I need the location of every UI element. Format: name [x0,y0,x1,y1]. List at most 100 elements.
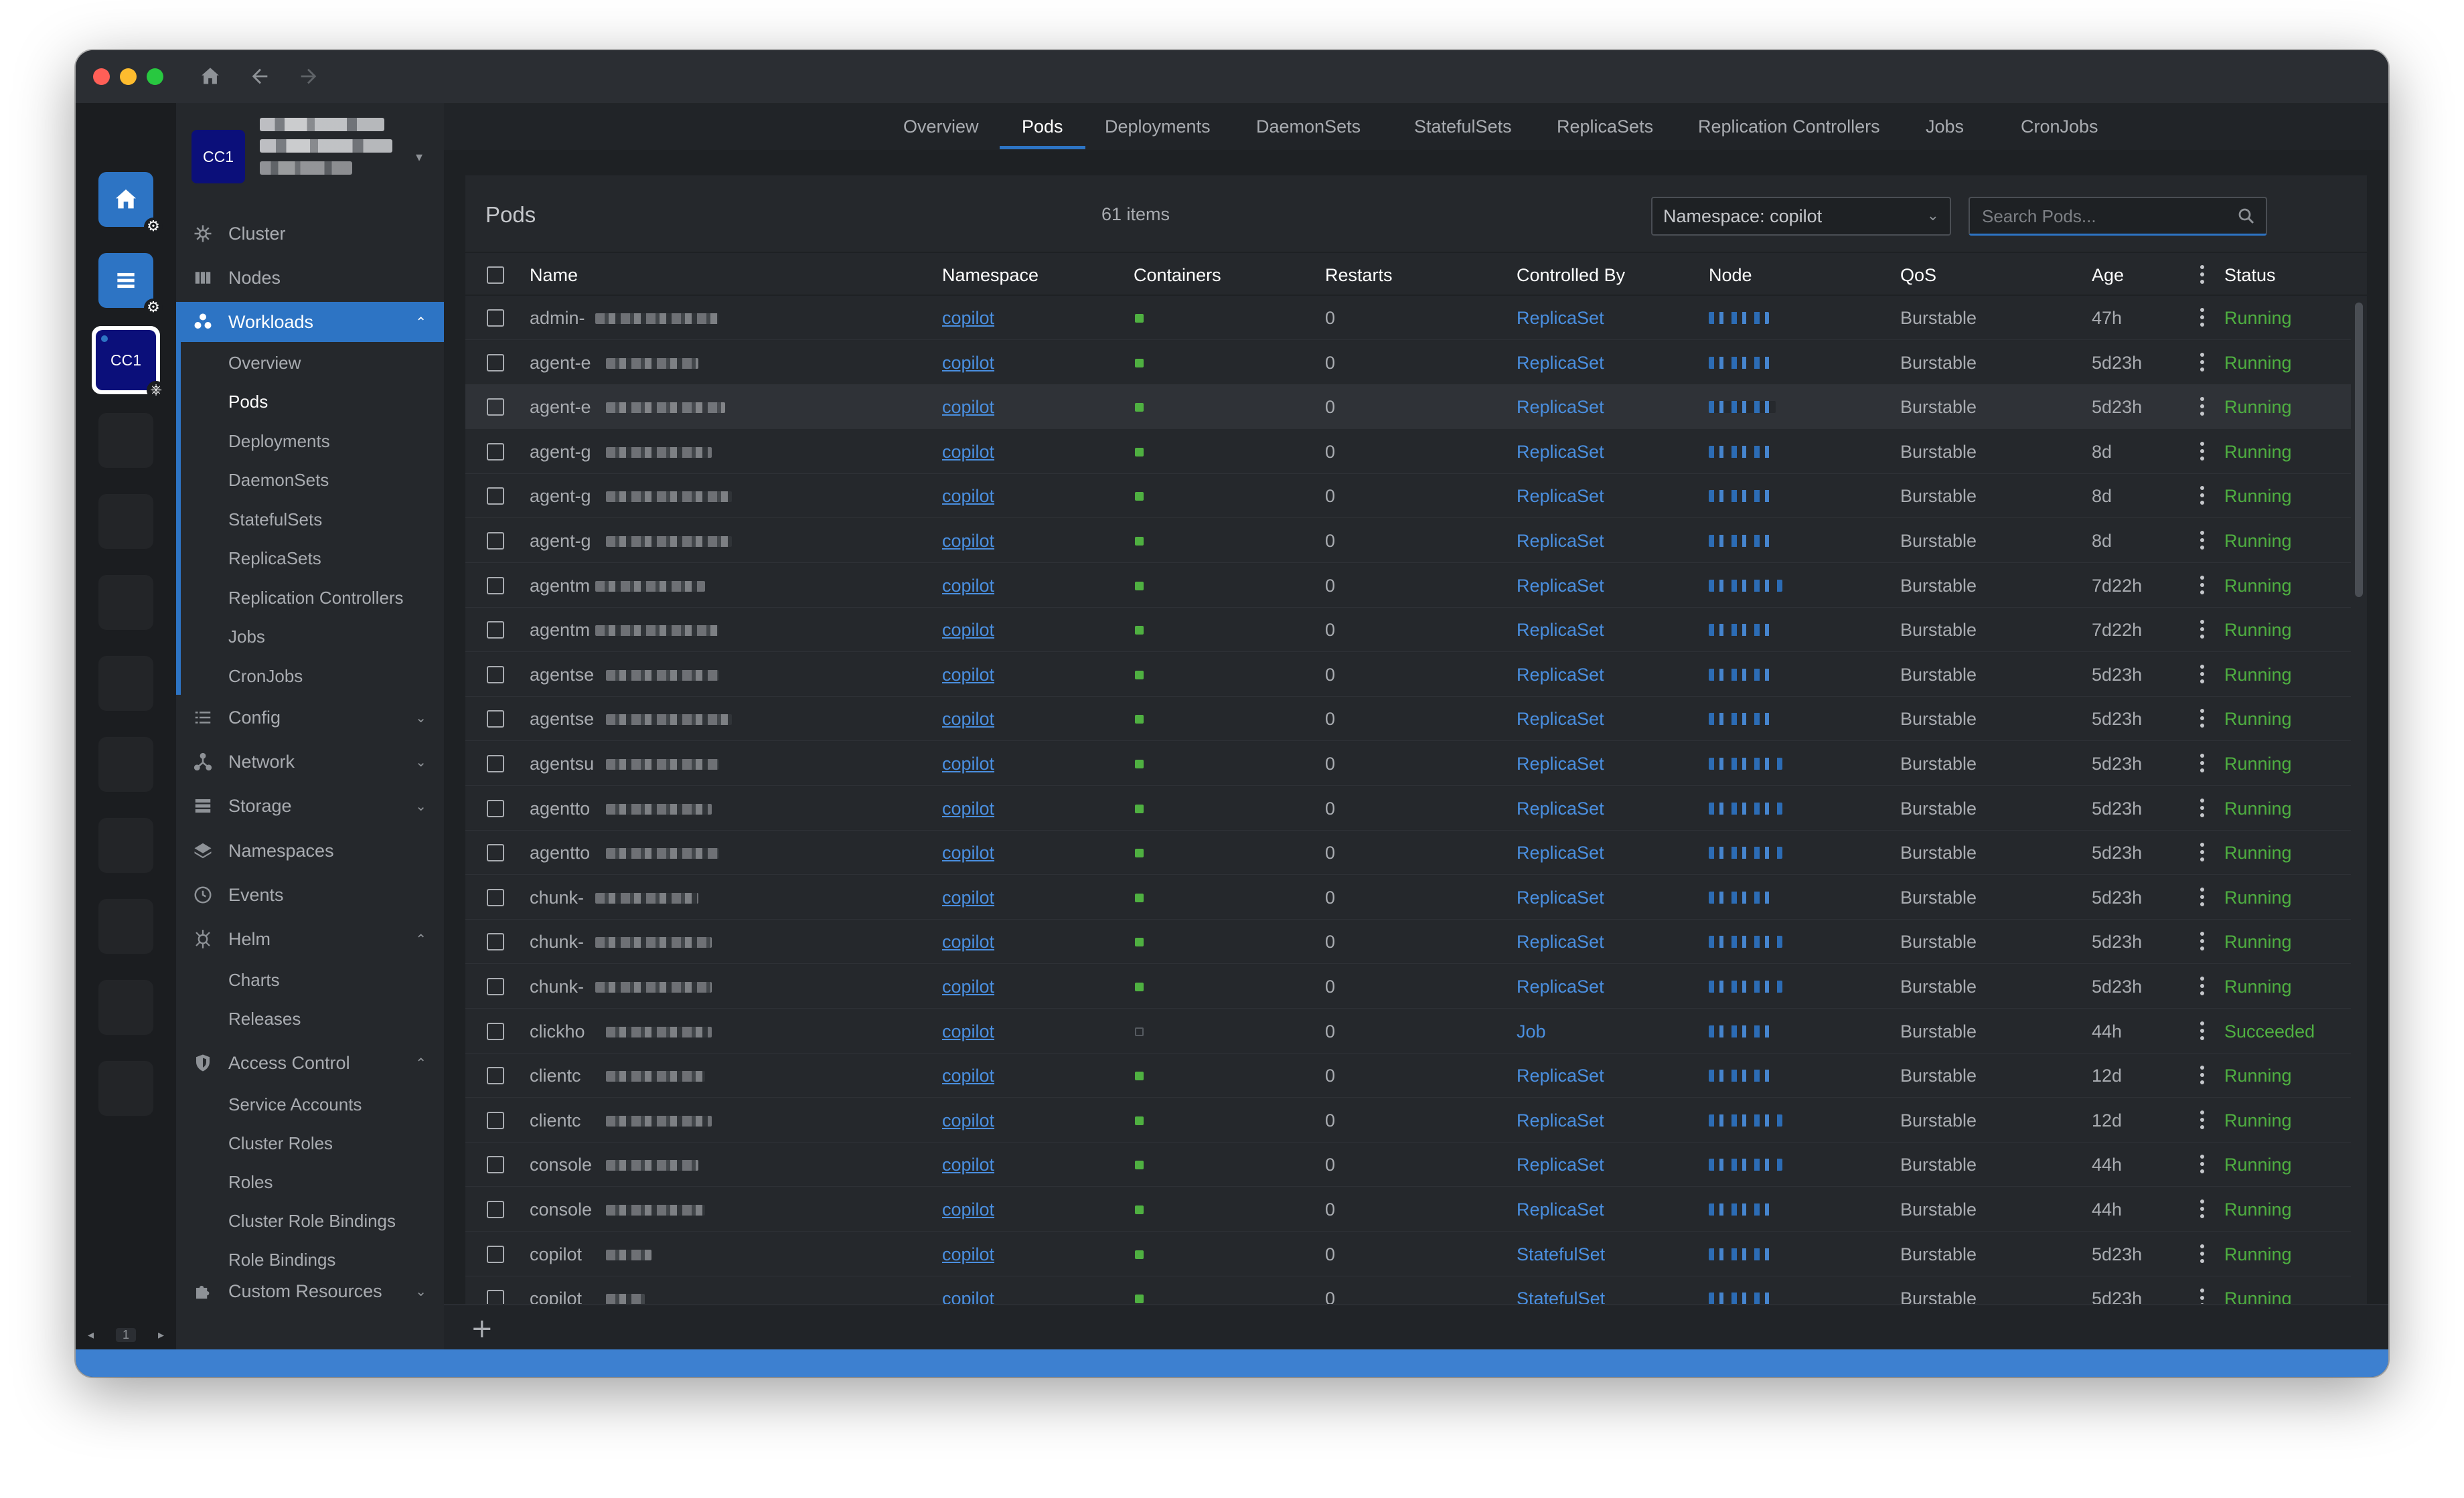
tab-cronjobs[interactable]: CronJobs [2021,103,2098,150]
row-menu-icon[interactable] [2200,486,2204,508]
node-link-redacted[interactable] [1709,936,1782,948]
columns-menu-icon[interactable] [2200,265,2204,287]
namespace-link[interactable]: copilot [942,742,994,786]
table-row[interactable]: agent-g copilot 0 ReplicaSet Burstable 8d Runn… [465,474,2351,519]
row-checkbox[interactable] [487,1156,504,1174]
node-link-redacted[interactable] [1709,1159,1782,1171]
table-row[interactable]: agentse copilot 0 ReplicaSet Burstable 5d23h R… [465,697,2351,742]
controlled-by-link[interactable]: ReplicaSet [1517,697,1604,741]
tab-replicasets[interactable]: ReplicaSets [1557,103,1653,150]
col-namespace-header[interactable]: Namespace [942,253,1038,297]
sidebar-subitem-cluster-roles[interactable]: Cluster Roles [176,1125,444,1162]
namespace-link[interactable]: copilot [942,1143,994,1187]
row-checkbox[interactable] [487,1245,504,1263]
row-menu-icon[interactable] [2200,709,2204,731]
namespace-link[interactable]: copilot [942,430,994,474]
namespace-link[interactable]: copilot [942,519,994,563]
home-icon[interactable] [198,65,222,89]
tab-daemonsets[interactable]: DaemonSets [1256,103,1361,150]
sidebar-item-config[interactable]: Config ⌄ [176,697,444,738]
col-qos-header[interactable]: QoS [1900,253,1936,297]
namespace-link[interactable]: copilot [942,876,994,920]
sidebar-item-network[interactable]: Network ⌄ [176,742,444,782]
row-checkbox[interactable] [487,621,504,639]
controlled-by-link[interactable]: ReplicaSet [1517,786,1604,831]
chevron-down-icon[interactable]: ⌄ [415,754,427,770]
row-checkbox[interactable] [487,844,504,862]
row-menu-icon[interactable] [2200,441,2204,464]
namespace-select[interactable]: Namespace: copilot ⌄ [1651,197,1951,236]
sidebar-subitem-replicasets[interactable]: ReplicaSets [176,540,444,578]
back-arrow-icon[interactable] [248,65,272,89]
table-row[interactable]: agentto copilot 0 ReplicaSet Burstable 5d23h R… [465,786,2351,831]
hotbar-empty-slot[interactable] [98,980,153,1035]
node-link-redacted[interactable] [1709,1293,1776,1305]
chevron-down-icon[interactable]: ⌄ [415,1283,427,1299]
sidebar-item-events[interactable]: Events [176,875,444,915]
hotbar-home-button[interactable]: ⚙ [98,172,163,236]
row-checkbox[interactable] [487,978,504,995]
row-checkbox[interactable] [487,442,504,461]
table-row[interactable]: chunk-copilot 0 ReplicaSet Burstable 5d23h Ru… [465,876,2351,920]
row-checkbox[interactable] [487,353,504,371]
node-link-redacted[interactable] [1709,401,1776,414]
close-window-button[interactable] [93,68,110,85]
row-menu-icon[interactable] [2200,843,2204,865]
namespace-link[interactable]: copilot [942,1187,994,1232]
namespace-link[interactable]: copilot [942,1232,994,1276]
controlled-by-link[interactable]: ReplicaSet [1517,1098,1604,1143]
namespace-link[interactable]: copilot [942,564,994,608]
hotbar-cluster-button[interactable]: CC1 ⎈ [92,326,165,400]
row-checkbox[interactable] [487,487,504,505]
namespace-link[interactable]: copilot [942,965,994,1009]
namespace-link[interactable]: copilot [942,341,994,385]
node-link-redacted[interactable] [1709,1025,1776,1037]
namespace-link[interactable]: copilot [942,697,994,741]
col-node-header[interactable]: Node [1709,253,1752,297]
table-row[interactable]: clickho copilot 0 Job Burstable 44h Succeeded [465,1009,2351,1054]
search-input[interactable] [1970,198,2224,234]
sidebar-item-nodes[interactable]: Nodes [176,258,444,298]
controlled-by-link[interactable]: ReplicaSet [1517,519,1604,563]
table-row[interactable]: agent-e copilot 0 ReplicaSet Burstable 5d23h R… [465,341,2351,385]
search-icon[interactable] [2236,206,2256,230]
tab-overview[interactable]: Overview [903,103,979,150]
node-link-redacted[interactable] [1709,624,1776,637]
row-checkbox[interactable] [487,710,504,728]
row-menu-icon[interactable] [2200,754,2204,776]
minimize-window-button[interactable] [120,68,137,85]
controlled-by-link[interactable]: ReplicaSet [1517,1187,1604,1232]
sidebar-item-namespaces[interactable]: Namespaces [176,831,444,871]
row-checkbox[interactable] [487,309,504,327]
hotbar-empty-slot[interactable] [98,899,153,954]
row-menu-icon[interactable] [2200,575,2204,598]
sidebar-item-storage[interactable]: Storage ⌄ [176,786,444,826]
col-containers-header[interactable]: Containers [1134,253,1221,297]
table-row[interactable]: agentm copilot 0 ReplicaSet Burstable 7d22h Ru… [465,608,2351,653]
controlled-by-link[interactable]: ReplicaSet [1517,742,1604,786]
select-all-checkbox[interactable] [487,266,504,284]
row-menu-icon[interactable] [2200,932,2204,954]
node-link-redacted[interactable] [1709,802,1782,815]
sidebar-subitem-cluster-role-bindings[interactable]: Cluster Role Bindings [176,1202,444,1240]
sidebar-item-helm[interactable]: Helm ⌃ [176,919,444,959]
hotbar-empty-slot[interactable] [98,737,153,792]
table-row[interactable]: agentsu copilot 0 ReplicaSet Burstable 5d23h R… [465,742,2351,786]
col-age-header[interactable]: Age [2092,253,2124,297]
sidebar-item-cluster[interactable]: Cluster [176,214,444,254]
controlled-by-link[interactable]: ReplicaSet [1517,1143,1604,1187]
controlled-by-link[interactable]: ReplicaSet [1517,430,1604,474]
namespace-link[interactable]: copilot [942,608,994,652]
table-row[interactable]: clientc copilot 0 ReplicaSet Burstable 12d Run… [465,1098,2351,1143]
row-menu-icon[interactable] [2200,1110,2204,1133]
row-menu-icon[interactable] [2200,620,2204,642]
row-menu-icon[interactable] [2200,308,2204,330]
row-menu-icon[interactable] [2200,664,2204,687]
sidebar-item-workloads[interactable]: Workloads ⌃ [176,302,444,342]
sidebar-subitem-charts[interactable]: Charts [176,961,444,999]
col-status-header[interactable]: Status [2224,253,2276,297]
sidebar-subitem-releases[interactable]: Releases [176,1000,444,1037]
row-menu-icon[interactable] [2200,1155,2204,1177]
namespace-link[interactable]: copilot [942,831,994,875]
next-page-icon[interactable]: ▸ [158,1328,164,1342]
